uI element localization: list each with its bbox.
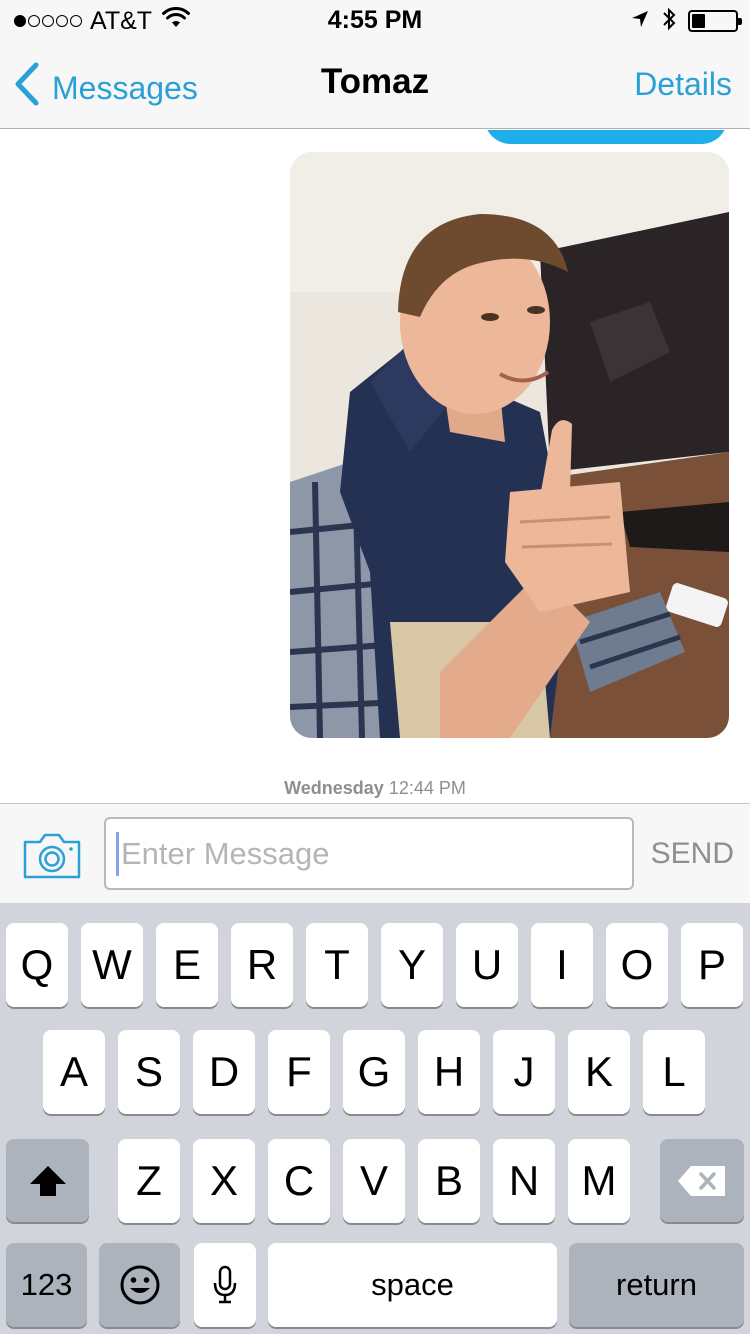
key-g[interactable]: G: [343, 1030, 405, 1114]
navigation-bar: Messages Tomaz Details: [0, 40, 750, 129]
key-d[interactable]: D: [193, 1030, 255, 1114]
dictation-key[interactable]: [194, 1243, 256, 1327]
message-input[interactable]: Enter Message: [104, 817, 634, 890]
microphone-icon: [213, 1265, 237, 1304]
camera-icon: [23, 833, 81, 879]
battery-level: [692, 14, 705, 28]
key-p[interactable]: P: [681, 923, 743, 1007]
message-input-placeholder: Enter Message: [121, 835, 330, 871]
key-x[interactable]: X: [193, 1139, 255, 1223]
key-k[interactable]: K: [568, 1030, 630, 1114]
key-b[interactable]: B: [418, 1139, 480, 1223]
key-q[interactable]: Q: [6, 923, 68, 1007]
space-key[interactable]: space: [268, 1243, 557, 1327]
key-i[interactable]: I: [531, 923, 593, 1007]
key-c[interactable]: C: [268, 1139, 330, 1223]
key-h[interactable]: H: [418, 1030, 480, 1114]
key-n[interactable]: N: [493, 1139, 555, 1223]
send-button[interactable]: SEND: [651, 837, 734, 871]
message-thread[interactable]: Wednesday 12:44 PM: [0, 130, 750, 803]
key-l[interactable]: L: [643, 1030, 705, 1114]
key-r[interactable]: R: [231, 923, 293, 1007]
emoji-icon: [120, 1265, 159, 1305]
timestamp-day: Wednesday: [284, 778, 384, 798]
back-chevron-icon: [14, 62, 52, 114]
camera-button[interactable]: [22, 832, 82, 880]
key-e[interactable]: E: [156, 923, 218, 1007]
status-right: [630, 6, 742, 37]
photo-image: [290, 152, 729, 738]
keyboard: 123 space return QWERTYUIOP ASDFGHJKL ZXCV…: [0, 903, 750, 1334]
key-s[interactable]: S: [118, 1030, 180, 1114]
timestamp-time: 12:44 PM: [388, 778, 466, 798]
battery-icon: [688, 10, 742, 32]
text-caret: [116, 831, 119, 876]
status-bar: AT&T 4:55 PM: [0, 0, 750, 40]
key-o[interactable]: O: [606, 923, 668, 1007]
key-w[interactable]: W: [81, 923, 143, 1007]
previous-outgoing-bubble[interactable]: [484, 130, 728, 144]
key-y[interactable]: Y: [381, 923, 443, 1007]
location-arrow-icon: [630, 9, 650, 34]
photo-message[interactable]: [290, 152, 729, 738]
return-key[interactable]: return: [569, 1243, 744, 1327]
shift-icon: [29, 1165, 66, 1196]
message-timestamp: Wednesday 12:44 PM: [0, 778, 750, 799]
key-z[interactable]: Z: [118, 1139, 180, 1223]
key-f[interactable]: F: [268, 1030, 330, 1114]
key-u[interactable]: U: [456, 923, 518, 1007]
key-v[interactable]: V: [343, 1139, 405, 1223]
back-button[interactable]: Messages: [14, 62, 198, 114]
numbers-key[interactable]: 123: [6, 1243, 87, 1327]
emoji-key[interactable]: [99, 1243, 180, 1327]
backspace-icon: [678, 1165, 725, 1196]
key-j[interactable]: J: [493, 1030, 555, 1114]
key-t[interactable]: T: [306, 923, 368, 1007]
backspace-key[interactable]: [660, 1139, 744, 1222]
compose-bar: Enter Message SEND: [0, 803, 750, 903]
shift-key[interactable]: [6, 1139, 89, 1222]
key-a[interactable]: A: [43, 1030, 105, 1114]
back-button-label: Messages: [52, 69, 198, 106]
bluetooth-icon: [662, 6, 676, 37]
details-button[interactable]: Details: [634, 66, 732, 103]
key-m[interactable]: M: [568, 1139, 630, 1223]
